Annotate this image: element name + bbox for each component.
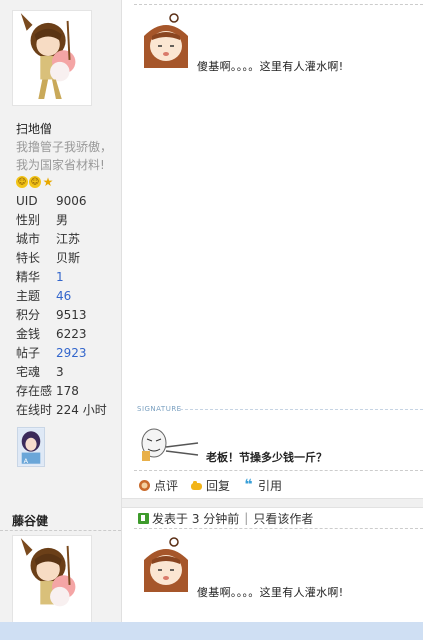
quote-icon: ❝: [244, 477, 253, 493]
stat-row-city: 城市 江苏: [16, 232, 81, 246]
reply-icon: [190, 479, 203, 492]
chibi-girl-emoticon: [138, 12, 194, 68]
signature-emoticon: [138, 425, 202, 465]
user-avatar[interactable]: [12, 535, 92, 631]
post-divider: [0, 530, 121, 531]
author-name[interactable]: 藤谷健: [12, 512, 48, 529]
stat-row-threads: 主题 46: [16, 289, 72, 303]
smile-badge-icon: ☺: [29, 176, 41, 188]
user-badges: ☺ ☺ ★: [16, 176, 54, 190]
stat-row-posts: 帖子 2923: [16, 346, 87, 360]
anime-medal-image: A: [18, 428, 44, 466]
stat-row-money: 金钱 6223: [16, 327, 87, 341]
svg-text:A: A: [24, 457, 29, 465]
user-signature: 我撸管子我骄傲，我为国家省材料!: [16, 140, 113, 172]
comment-icon: [138, 479, 151, 492]
signature-divider: [180, 409, 423, 410]
post-divider: [134, 4, 423, 5]
anime-girl-avatar-image: [13, 536, 91, 630]
signature-label: SIGNATURE: [137, 405, 182, 413]
only-author-link[interactable]: 只看该作者: [253, 510, 313, 527]
meta-divider: |: [244, 511, 249, 525]
meta-divider-line: [134, 528, 423, 529]
online-status-icon: [138, 512, 149, 524]
stat-row-online-time: 在线时 224 小时: [16, 403, 107, 417]
stat-row-otaku-soul: 宅魂 3: [16, 365, 64, 379]
post-body-text: 傻基啊。。。。这里有人灌水啊!: [197, 60, 344, 73]
quote-button[interactable]: ❝ 引用: [242, 477, 282, 494]
reply-button[interactable]: 回复: [190, 477, 230, 494]
medal-icon[interactable]: A: [17, 427, 45, 467]
stat-row-presence: 存在感 178: [16, 384, 79, 398]
stat-row-uid: UID 9006: [16, 194, 87, 208]
user-stats: UID 9006 性别男 城市 江苏 特长 贝斯 精华 1 主题 46 积分 9513 金钱…: [16, 192, 122, 420]
author-name[interactable]: 扫地僧: [16, 120, 52, 137]
smile-badge-icon: ☺: [16, 176, 28, 188]
post-body-text: 傻基啊。。。。这里有人灌水啊!: [197, 586, 344, 599]
user-avatar[interactable]: [12, 10, 92, 106]
stat-row-gender: 性别男: [16, 213, 69, 227]
post-meta: 发表于 3 分钟前 | 只看该作者: [138, 510, 313, 526]
stat-row-specialty: 特长 贝斯: [16, 251, 81, 265]
emoticon-icon: [138, 536, 194, 592]
anime-girl-avatar-image: [13, 11, 91, 105]
stat-row-points: 积分 9513: [16, 308, 87, 322]
star-badge-icon: ★: [42, 175, 54, 189]
post-time: 发表于 3 分钟前: [152, 511, 240, 526]
actions-divider: [134, 470, 423, 471]
rage-face-emoticon: [138, 425, 202, 465]
user-info-sidebar: 扫地僧 我撸管子我骄傲，我为国家省材料! ☺ ☺ ★ UID 9006 性别男 城…: [0, 0, 122, 640]
emoticon-icon: [138, 12, 194, 68]
bottom-bar: [0, 622, 423, 640]
post-separator: [122, 498, 423, 508]
comment-button[interactable]: 点评: [138, 477, 178, 494]
post-content-column: 傻基啊。。。。这里有人灌水啊! SIGNATURE 老板！节操多少钱一斤？ 点评: [122, 0, 423, 640]
post-actions: 点评 回复 ❝ 引用: [138, 476, 282, 494]
stat-row-digest: 精华 1: [16, 270, 64, 284]
signature-quote: 老板！节操多少钱一斤？: [206, 451, 327, 464]
chibi-girl-emoticon: [138, 536, 194, 592]
